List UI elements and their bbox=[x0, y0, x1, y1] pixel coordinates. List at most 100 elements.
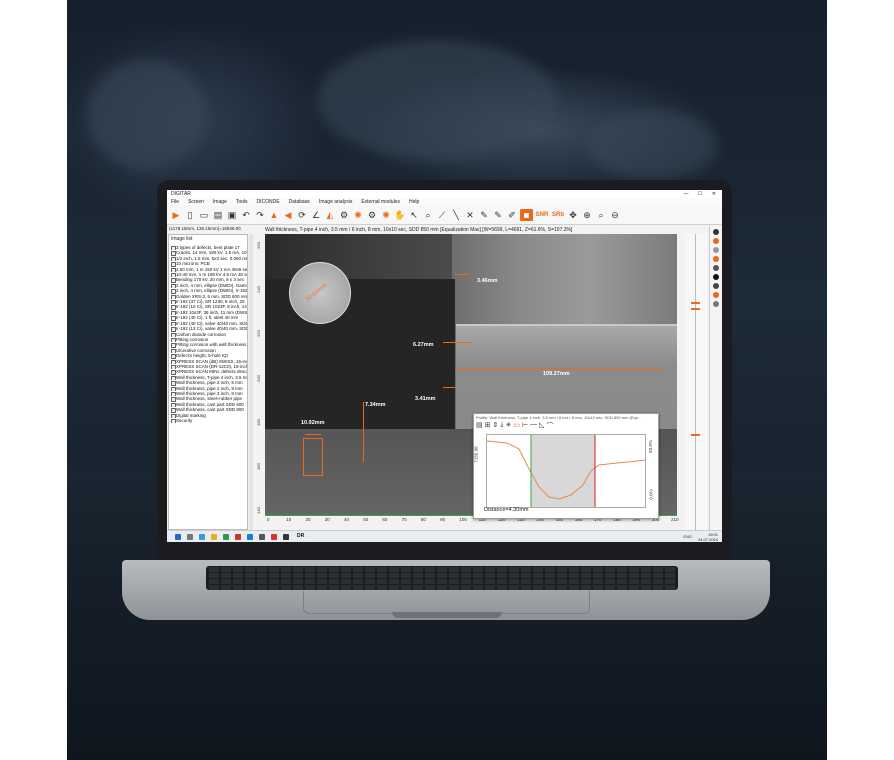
profile-tool-icon[interactable]: ⤓ bbox=[500, 421, 503, 431]
invert-icon[interactable] bbox=[713, 274, 719, 280]
zoom-out-icon[interactable]: ⊖ bbox=[609, 209, 621, 221]
angle-icon[interactable]: ∠ bbox=[310, 209, 322, 221]
profile-tool-icon[interactable]: ⇕ bbox=[493, 421, 499, 431]
background-blur bbox=[317, 40, 557, 160]
profile-dialog[interactable]: Profile: Wall thickness, T-pipe 4 inch, … bbox=[473, 413, 659, 519]
x-tick-label: 40 bbox=[343, 517, 349, 522]
terminal-icon[interactable] bbox=[259, 534, 265, 540]
menu-tools[interactable]: Tools bbox=[236, 198, 248, 206]
menu-help[interactable]: Help bbox=[409, 198, 419, 206]
menu-image[interactable]: Image bbox=[213, 198, 227, 206]
background-blur bbox=[587, 110, 717, 180]
brush-icon[interactable]: ✐ bbox=[506, 209, 518, 221]
menu-diconde[interactable]: DICONDE bbox=[257, 198, 280, 206]
window-controls[interactable]: — ☐ ✕ bbox=[684, 190, 720, 198]
store-icon[interactable] bbox=[247, 534, 253, 540]
open-folder-icon[interactable]: ▭ bbox=[198, 209, 210, 221]
menu-file[interactable]: File bbox=[171, 198, 179, 206]
search-taskbar-icon[interactable] bbox=[187, 534, 193, 540]
x-tick-label: 90 bbox=[440, 517, 446, 522]
folder-icon[interactable] bbox=[211, 534, 217, 540]
profile-tool-icon[interactable]: ⊞ bbox=[485, 421, 491, 431]
browser-icon[interactable] bbox=[199, 534, 205, 540]
menu-database[interactable]: Database bbox=[289, 198, 310, 206]
profile-chart[interactable] bbox=[486, 434, 646, 508]
menu-screen[interactable]: Screen bbox=[188, 198, 204, 206]
new-file-icon[interactable]: ▯ bbox=[184, 209, 196, 221]
palette-icon[interactable] bbox=[713, 238, 719, 244]
flip-horizontal-icon[interactable]: ◀ bbox=[282, 209, 294, 221]
document-icon[interactable] bbox=[713, 301, 719, 307]
profile-tool-icon[interactable]: ▤ bbox=[476, 421, 483, 431]
hand-icon[interactable]: ✋ bbox=[394, 209, 406, 221]
redo-icon[interactable]: ↷ bbox=[254, 209, 266, 221]
chat-icon[interactable] bbox=[223, 534, 229, 540]
profile-tool-icon[interactable]: ▭ bbox=[513, 421, 520, 431]
start-icon[interactable] bbox=[175, 534, 181, 540]
y-tick-label: 220 bbox=[256, 330, 261, 338]
profile-tool-icon[interactable]: ◺ bbox=[539, 421, 544, 431]
profile-tool-icon[interactable]: — bbox=[530, 421, 537, 431]
menu-external-modules[interactable]: External modules bbox=[361, 198, 400, 206]
zoom-in-icon[interactable]: ⊕ bbox=[581, 209, 593, 221]
open-file-icon[interactable]: ▤ bbox=[212, 209, 224, 221]
image-list: 3 types of defects, bent plate 17 Cracks,… bbox=[171, 245, 247, 527]
y-tick-label: 140 bbox=[256, 507, 261, 514]
undo-icon[interactable]: ↶ bbox=[240, 209, 252, 221]
profile-tool-icon[interactable]: ⌒ bbox=[546, 421, 553, 431]
zoom-icon[interactable]: ⌕ bbox=[422, 209, 434, 221]
flip-vertical-icon[interactable]: ▲ bbox=[268, 209, 280, 221]
mail-icon[interactable] bbox=[235, 534, 241, 540]
snr-button[interactable]: SNR bbox=[535, 209, 549, 221]
scroll-marker bbox=[691, 434, 700, 436]
grid-icon[interactable]: ▦ bbox=[520, 209, 533, 221]
laptop-trackpad bbox=[303, 591, 590, 614]
contrast-icon[interactable] bbox=[713, 229, 719, 235]
warning-icon[interactable] bbox=[713, 256, 719, 262]
gear-filter-3-icon[interactable]: ⚙ bbox=[366, 209, 378, 221]
laptop-keyboard bbox=[206, 566, 678, 590]
line-icon[interactable]: ╲ bbox=[450, 209, 462, 221]
language-indicator[interactable]: ENG bbox=[683, 534, 692, 539]
taskbar-clock[interactable]: 19:01 24.07.2024 bbox=[698, 532, 718, 542]
menu-image-analysis[interactable]: Image analysis bbox=[319, 198, 352, 206]
menu-bar: File Screen Image Tools DICONDE Database… bbox=[167, 198, 722, 206]
measure-label: 109.27mm bbox=[543, 371, 570, 377]
image-list-item[interactable]: Security bbox=[171, 418, 247, 424]
app-icon[interactable] bbox=[283, 534, 289, 540]
srb-button[interactable]: SRb bbox=[551, 209, 565, 221]
x-tick-label: 10 bbox=[286, 517, 292, 522]
pointer-icon[interactable]: ↖ bbox=[408, 209, 420, 221]
close-tool-icon[interactable]: ✕ bbox=[464, 209, 476, 221]
search-icon[interactable]: ⌕ bbox=[595, 209, 607, 221]
move-icon[interactable]: ✥ bbox=[567, 209, 579, 221]
filter-icon[interactable] bbox=[713, 247, 719, 253]
gear-filter-icon[interactable]: ⚙ bbox=[338, 209, 350, 221]
pen-icon[interactable]: ✎ bbox=[492, 209, 504, 221]
x-tick-label: 0 bbox=[267, 517, 270, 522]
profile-tool-icon[interactable]: ⊢ bbox=[522, 421, 528, 431]
x-tick-label: 80 bbox=[420, 517, 426, 522]
play-icon[interactable]: ▶ bbox=[170, 209, 182, 221]
measure-line bbox=[305, 434, 321, 435]
rotate-icon[interactable]: ⟳ bbox=[296, 209, 308, 221]
ruler-icon[interactable]: ⟋ bbox=[436, 209, 448, 221]
profile-toolbar: ▤ ⊞ ⇕ ⤓ ✳ ▭ ⊢ — ◺ ⌒ bbox=[474, 421, 658, 431]
image-list-panel: Image list 3 types of defects, bent plat… bbox=[168, 234, 248, 530]
x-tick-label: 20 bbox=[305, 517, 311, 522]
circle-icon[interactable] bbox=[713, 283, 719, 289]
tag-icon[interactable] bbox=[713, 292, 719, 298]
measure-line bbox=[443, 342, 473, 343]
image-scrollbar[interactable] bbox=[685, 234, 707, 530]
save-icon[interactable]: ▣ bbox=[226, 209, 238, 221]
profile-tool-icon[interactable]: ✳ bbox=[505, 421, 511, 431]
y-tick-label: 180 bbox=[256, 418, 261, 426]
gear-filter-2-icon[interactable]: ✺ bbox=[352, 209, 364, 221]
gear-filter-4-icon[interactable]: ✺ bbox=[380, 209, 392, 221]
crop-icon[interactable]: ◭ bbox=[324, 209, 336, 221]
pdf-icon[interactable] bbox=[271, 534, 277, 540]
marker-icon[interactable]: ✎ bbox=[478, 209, 490, 221]
sharpen-icon[interactable] bbox=[713, 265, 719, 271]
dr-app-icon[interactable]: DR bbox=[297, 533, 304, 539]
main-toolbar: ▶ ▯ ▭ ▤ ▣ ↶ ↷ ▲ ◀ ⟳ ∠ ◭ ⚙ ✺ ⚙ ✺ ✋ ↖ ⌕ ⟋ … bbox=[167, 206, 722, 225]
